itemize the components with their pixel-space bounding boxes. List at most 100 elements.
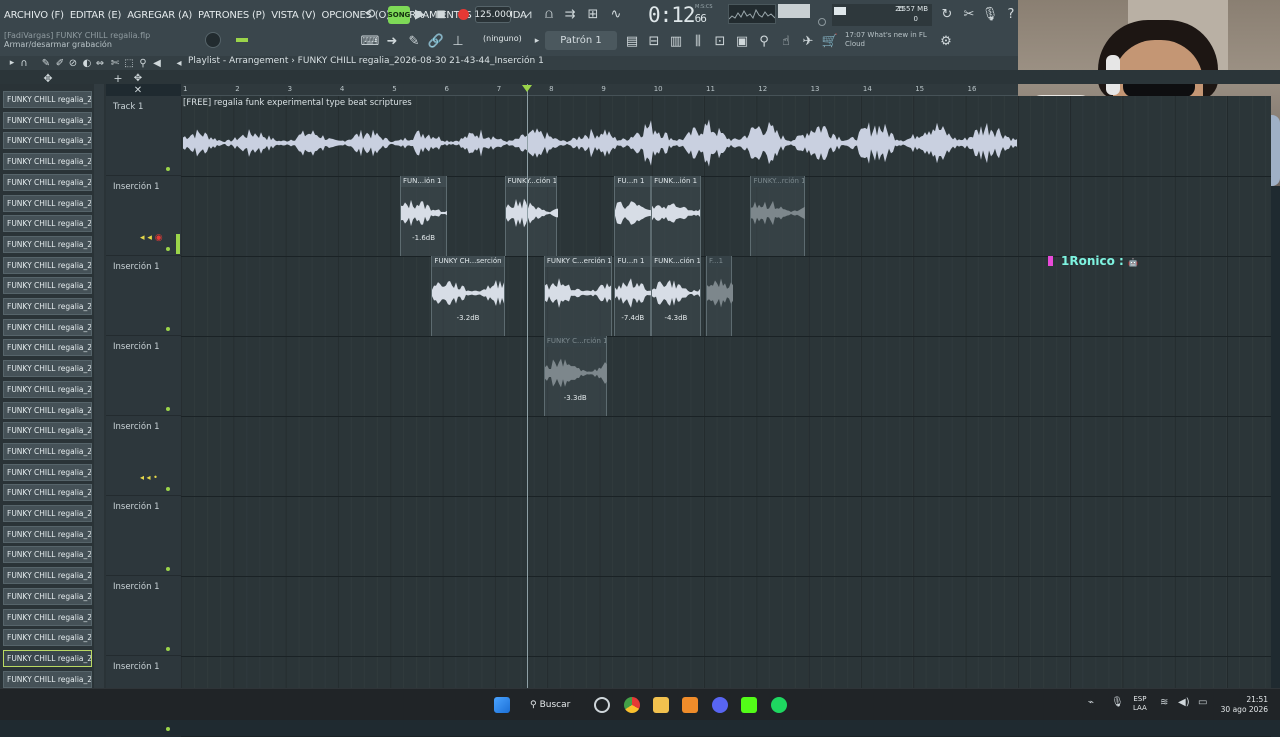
master-volume-knob[interactable] xyxy=(205,32,221,48)
audio-clip[interactable]: FUN...ión 1 -1.6dB xyxy=(400,176,448,256)
playhead-marker[interactable] xyxy=(522,85,532,92)
picker-item[interactable]: FUNKY CHILL regalia_202... xyxy=(3,215,92,233)
picker-item[interactable]: FUNKY CHILL regalia_202... xyxy=(3,401,92,419)
track-active-led[interactable] xyxy=(166,567,170,571)
track5-controls[interactable]: ◂ ◂ • xyxy=(140,473,158,482)
add-track-icon[interactable]: + xyxy=(108,68,128,88)
picker-item[interactable]: FUNKY CHILL regalia_202... xyxy=(3,173,92,191)
audio-clip[interactable]: FUNKY C...erción 1 xyxy=(543,256,612,336)
picker-item[interactable]: FUNKY CHILL regalia_202... xyxy=(3,484,92,502)
notification-icon[interactable]: ⌁ xyxy=(1088,697,1094,708)
track1-waveform[interactable] xyxy=(183,110,1018,176)
picker-item[interactable]: FUNKY CHILL regalia_202... xyxy=(3,153,92,171)
picker-item[interactable]: FUNKY CHILL regalia_202... xyxy=(3,298,92,315)
audio-clip[interactable]: FUNKY...ción 1 xyxy=(504,176,558,256)
record-button[interactable] xyxy=(453,4,473,24)
menu-item[interactable]: PATRONES (P) xyxy=(198,10,265,21)
undo-history-icon[interactable]: ↻ xyxy=(937,4,957,24)
battery-icon[interactable]: ▭ xyxy=(1198,697,1207,708)
news-settings-icon[interactable]: ⚙ xyxy=(936,31,956,51)
timeline-ruler[interactable]: 1 2 3 4 5 6 7 8 9 10 11 12 13 14 15 16 xyxy=(181,84,1018,96)
track-active-led[interactable] xyxy=(166,647,170,651)
plugin-database-icon[interactable]: ▣ xyxy=(732,31,752,51)
touch-controller-icon[interactable]: ☝ xyxy=(776,31,796,51)
wait-input-icon[interactable]: ⩍ xyxy=(539,4,559,24)
master-pitch-knob[interactable] xyxy=(818,18,826,26)
file-explorer-icon[interactable] xyxy=(653,697,669,713)
track-header[interactable]: Inserción 1 xyxy=(106,576,181,656)
picker-item[interactable]: FUNKY CHILL regalia_202... xyxy=(3,587,92,605)
track-record-icon[interactable]: ◉ xyxy=(155,233,163,243)
mic-icon[interactable]: 🎙 xyxy=(980,4,1000,24)
audio-clip[interactable]: FU...n 1 -7.4dB xyxy=(614,256,652,336)
picker-item[interactable]: FUNKY CHILL regalia_202... xyxy=(3,235,92,253)
picker-item[interactable]: FUNKY CHILL regalia_202... xyxy=(3,256,92,274)
picker-scrollbar[interactable] xyxy=(94,84,104,688)
typing-keyboard-icon[interactable]: ⌨ xyxy=(360,31,380,51)
track-header[interactable]: Inserción 1 xyxy=(106,416,181,496)
piano-roll-icon[interactable]: ⊟ xyxy=(644,31,664,51)
discord-icon[interactable] xyxy=(712,697,728,713)
picker-item[interactable]: FUNKY CHILL regalia_202... xyxy=(3,629,92,647)
track-active-led[interactable] xyxy=(166,167,170,171)
audio-clip[interactable]: FUNK...ción 1 -4.3dB xyxy=(651,256,701,336)
taskbar-search-button[interactable]: ⚲ Buscar xyxy=(530,696,576,714)
play-button[interactable]: ▶ xyxy=(410,4,430,24)
track-active-led[interactable] xyxy=(166,487,170,491)
audio-clip[interactable]: FUNKY C...rción 1 -3.3dB xyxy=(543,336,607,416)
volume-icon[interactable]: ◀) xyxy=(1178,697,1190,708)
picker-item[interactable]: FUNKY CHILL regalia_202... xyxy=(3,422,92,440)
windows-start-icon[interactable] xyxy=(494,697,510,713)
picker-item[interactable]: FUNKY CHILL regalia_202... xyxy=(3,318,92,336)
picker-item[interactable]: FUNKY CHILL regalia_202... xyxy=(3,525,92,543)
track-header[interactable]: Track 1 xyxy=(106,96,181,176)
picker-item[interactable]: FUNKY CHILL regalia_202... xyxy=(3,670,92,688)
track2-controls[interactable]: ◂ ◂ ◉ xyxy=(140,233,163,243)
picker-item[interactable]: FUNKY CHILL regalia_202... xyxy=(3,505,92,522)
track-active-led[interactable] xyxy=(166,247,170,251)
stop-button[interactable]: ■ xyxy=(431,4,451,24)
picker-item[interactable]: FUNKY CHILL regalia_202... xyxy=(3,91,92,108)
step-edit-icon[interactable]: ⊞ xyxy=(583,4,603,24)
main-menu-icon[interactable]: ⟲ xyxy=(360,4,380,24)
audio-clip[interactable]: F...1 xyxy=(706,256,733,336)
mixer-icon[interactable]: ⫼ xyxy=(688,31,708,51)
track-header[interactable]: Inserción 1 xyxy=(106,176,181,256)
stamp-icon[interactable]: ⊥ xyxy=(448,31,468,51)
chrome-icon[interactable] xyxy=(624,697,640,713)
pencil-icon[interactable]: ✎ xyxy=(404,31,424,51)
audio-clip[interactable]: FUNKY...rción 1 xyxy=(750,176,806,256)
track-header[interactable]: Inserción 1 xyxy=(106,336,181,416)
channel-rack-icon[interactable]: ▥ xyxy=(666,31,686,51)
picker-item[interactable]: FUNKY CHILL regalia_202... xyxy=(3,649,92,667)
song-mode-button[interactable]: SONG xyxy=(388,6,410,24)
picker-item[interactable]: FUNKY CHILL regalia_202... xyxy=(3,277,92,295)
track-active-led[interactable] xyxy=(166,327,170,331)
browser-icon[interactable]: ⊡ xyxy=(710,31,730,51)
pattern-selector[interactable]: Patrón 1 xyxy=(545,31,617,50)
shop-icon[interactable]: 🛒 xyxy=(820,31,840,51)
tempo-field[interactable]: 125.000 xyxy=(474,6,512,23)
picker-item[interactable]: FUNKY CHILL regalia_202... xyxy=(3,132,92,150)
track-active-led[interactable] xyxy=(166,727,170,731)
picker-item[interactable]: FUNKY CHILL regalia_202... xyxy=(3,567,92,585)
news-panel[interactable]: 17:07 What's new in FL Cloud xyxy=(845,31,927,49)
track-header[interactable]: Inserción 1 xyxy=(106,496,181,576)
audio-clip[interactable]: FU...n 1 xyxy=(614,176,652,256)
track-header[interactable]: Inserción 1 xyxy=(106,256,181,336)
picker-item[interactable]: FUNKY CHILL regalia_202... xyxy=(3,546,92,564)
master-volume-slider[interactable] xyxy=(236,38,248,42)
picker-item[interactable]: FUNKY CHILL regalia_202... xyxy=(3,339,92,357)
metronome-icon[interactable]: ⩘ xyxy=(518,4,538,24)
loop-record-icon[interactable]: ∿ xyxy=(606,4,626,24)
picker-item[interactable]: FUNKY CHILL regalia_202... xyxy=(3,442,92,460)
plugin-picker-icon[interactable]: ⚲ xyxy=(754,31,774,51)
kick-icon[interactable] xyxy=(741,697,757,713)
audio-clip[interactable]: FUNK...ión 1 xyxy=(651,176,701,256)
fl-studio-icon[interactable] xyxy=(682,697,698,713)
pattern-prev-icon[interactable]: ▸ xyxy=(527,31,547,51)
picker-item[interactable]: FUNKY CHILL regalia_202... xyxy=(3,194,92,212)
playhead[interactable] xyxy=(527,84,528,688)
audio-clip[interactable]: FUNKY CH...serción 1 -3.2dB xyxy=(431,256,505,336)
picker-item[interactable]: FUNKY CHILL regalia_202... xyxy=(3,380,92,398)
